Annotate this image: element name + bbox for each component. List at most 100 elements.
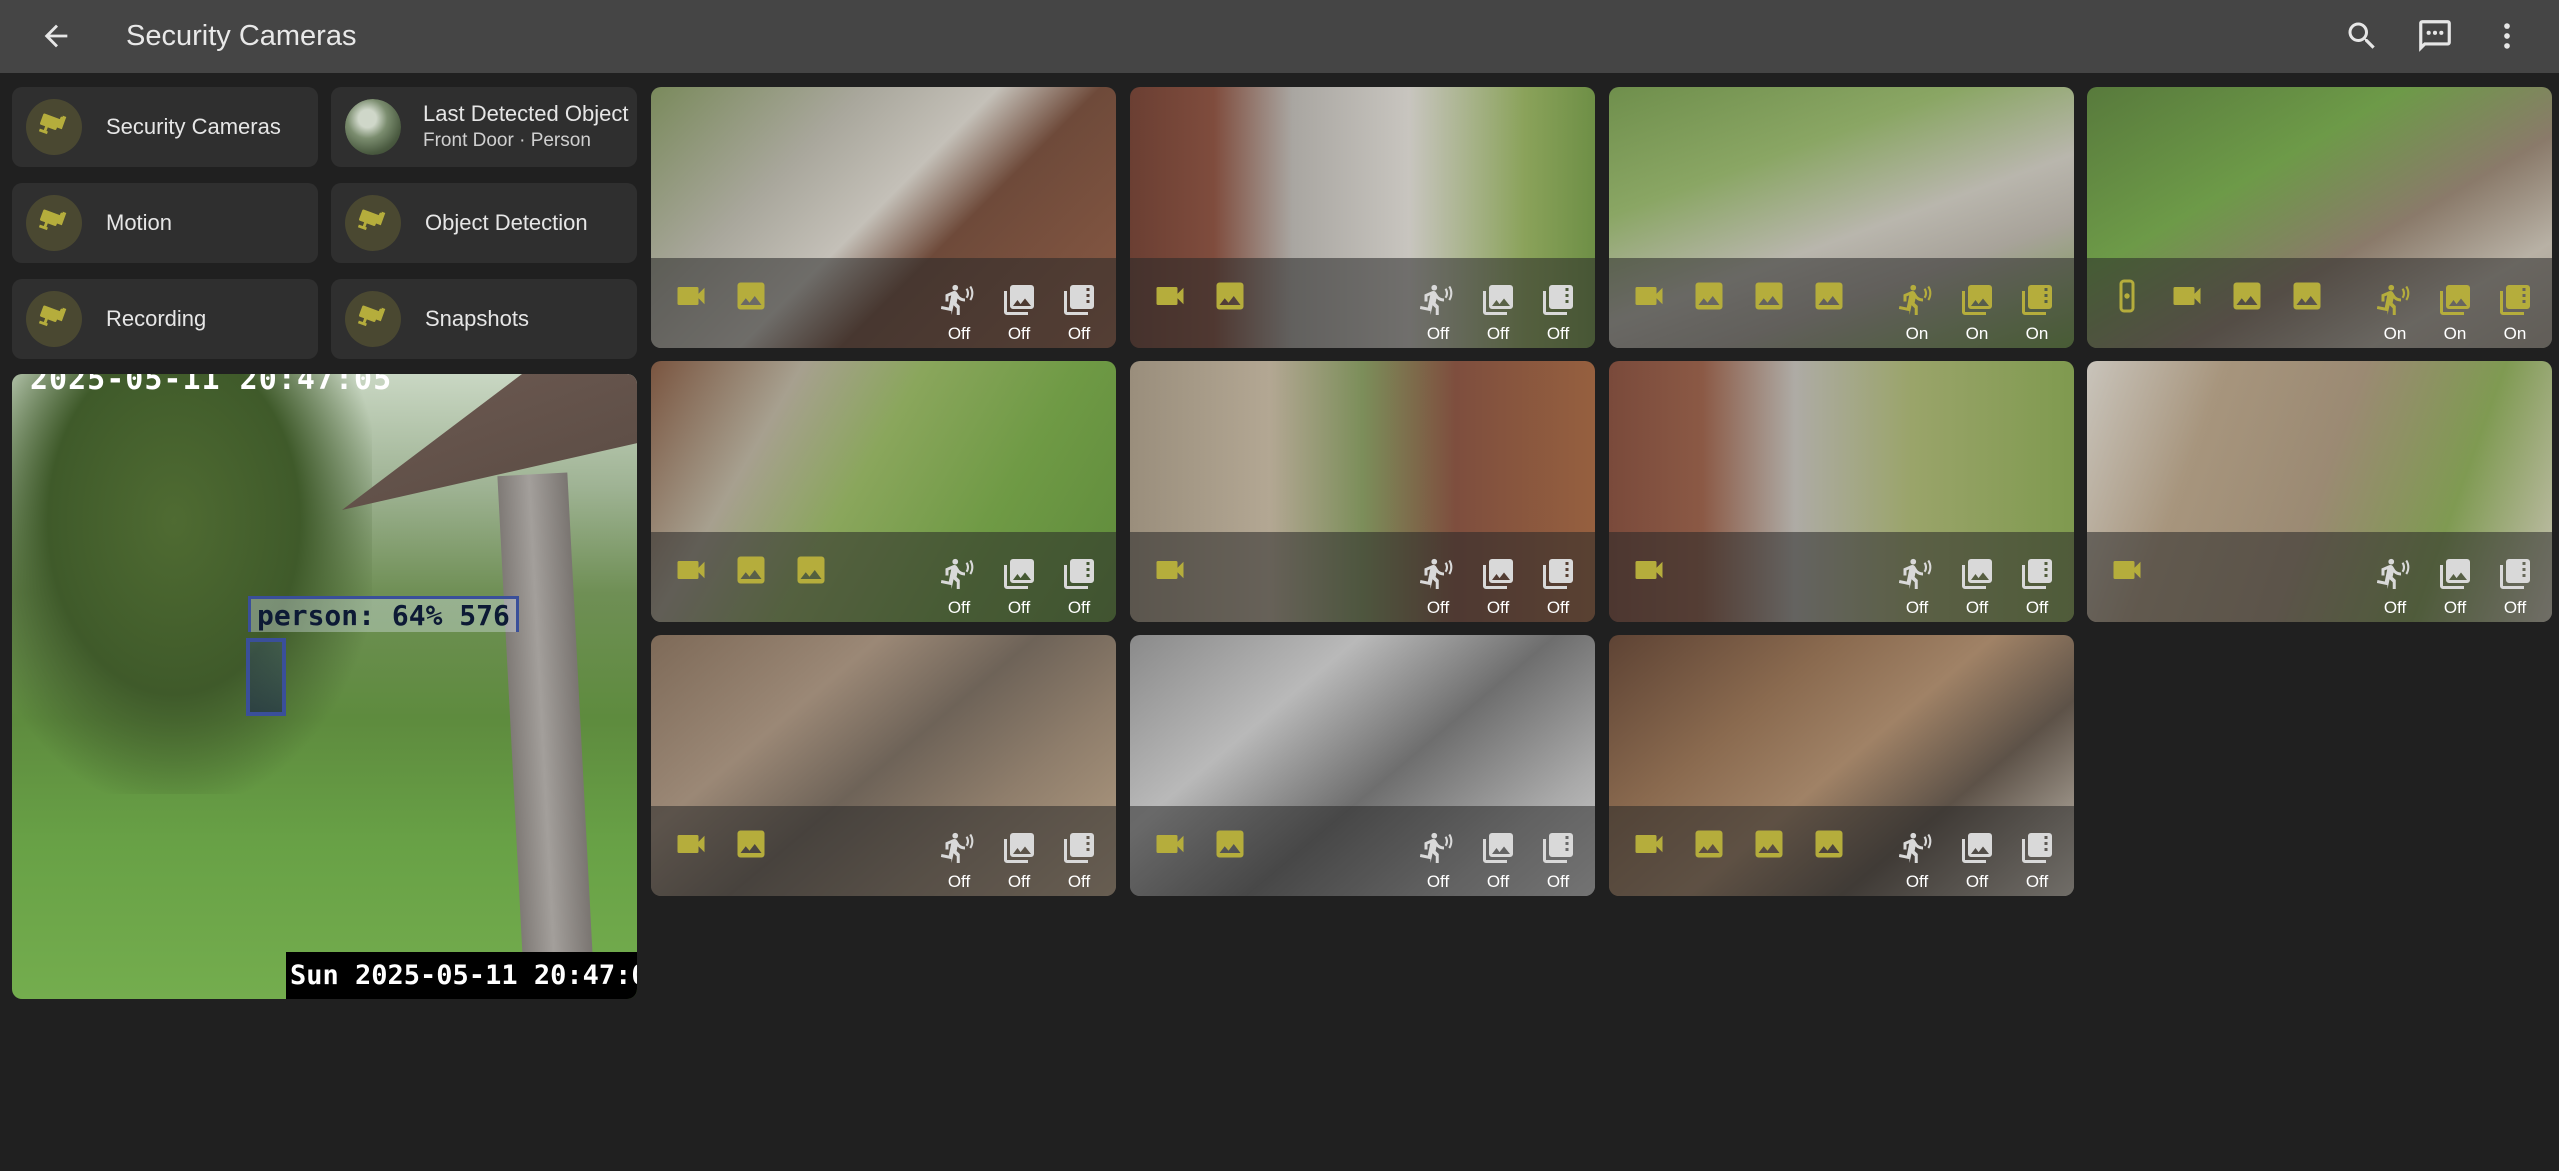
motion-icon — [1897, 280, 1937, 320]
recordings-state[interactable]: Off — [1056, 828, 1102, 892]
video-icon[interactable] — [1629, 276, 1669, 316]
snapshot-gallery-state[interactable]: Off — [1954, 554, 2000, 618]
chip-recording[interactable]: Recording — [12, 279, 318, 359]
state-label: Off — [1546, 324, 1570, 343]
motion-state[interactable]: On — [1894, 280, 1940, 344]
recordings-state[interactable]: On — [2492, 280, 2538, 344]
motion-state[interactable]: On — [2372, 280, 2418, 344]
motion-icon — [939, 554, 979, 594]
motion-state[interactable]: Off — [1415, 554, 1461, 618]
motion-state[interactable]: Off — [1415, 280, 1461, 344]
search-icon — [2348, 22, 2375, 49]
camera-tile[interactable]: Off Off Off — [1609, 361, 2074, 622]
assist-button[interactable] — [2411, 12, 2459, 60]
video-icon[interactable] — [1150, 824, 1190, 864]
image-icon[interactable] — [1749, 276, 1789, 316]
motion-state[interactable]: Off — [936, 280, 982, 344]
chip-snapshots[interactable]: Snapshots — [331, 279, 637, 359]
snapshot-gallery-state[interactable]: Off — [1475, 554, 1521, 618]
video-icon[interactable] — [1150, 276, 1190, 316]
camera-tile[interactable]: Off Off Off — [1130, 635, 1595, 896]
video-icon[interactable] — [2107, 550, 2147, 590]
snapshot-gallery-state[interactable]: Off — [996, 828, 1042, 892]
image-icon[interactable] — [2287, 276, 2327, 316]
recordings-icon — [1538, 828, 1578, 868]
video-top-overlay: 2025-05-11 20:47:05 — [30, 374, 393, 397]
chip-object-detection[interactable]: Object Detection — [331, 183, 637, 263]
recordings-state[interactable]: Off — [2014, 554, 2060, 618]
camera-tile[interactable]: On On On — [1609, 87, 2074, 348]
snapshot-gallery-icon — [1957, 280, 1997, 320]
detection-box — [246, 638, 286, 716]
chip-security-cameras[interactable]: Security Cameras — [12, 87, 318, 167]
motion-icon — [1418, 828, 1458, 868]
recordings-state[interactable]: Off — [1535, 280, 1581, 344]
recordings-state[interactable]: Off — [2014, 828, 2060, 892]
live-camera-view[interactable]: 2025-05-11 20:47:05 person: 64% 576 Sun … — [12, 374, 637, 999]
recordings-state[interactable]: On — [2014, 280, 2060, 344]
video-icon[interactable] — [2167, 276, 2207, 316]
video-icon[interactable] — [1629, 824, 1669, 864]
snapshot-gallery-state[interactable]: Off — [996, 554, 1042, 618]
state-label: Off — [1426, 872, 1450, 891]
video-icon[interactable] — [671, 276, 711, 316]
search-button[interactable] — [2338, 12, 2386, 60]
more-vertical-icon — [2504, 23, 2510, 49]
image-icon[interactable] — [791, 550, 831, 590]
camera-tile[interactable]: Off Off Off — [651, 635, 1116, 896]
snapshot-gallery-state[interactable]: Off — [1954, 828, 2000, 892]
motion-state[interactable]: Off — [1415, 828, 1461, 892]
video-icon[interactable] — [671, 550, 711, 590]
camera-tile[interactable]: Off Off Off — [1130, 87, 1595, 348]
recordings-state[interactable]: Off — [2492, 554, 2538, 618]
motion-state[interactable]: Off — [936, 828, 982, 892]
chip-motion[interactable]: Motion — [12, 183, 318, 263]
image-icon[interactable] — [731, 276, 771, 316]
snapshot-gallery-state[interactable]: Off — [1475, 280, 1521, 344]
state-label: Off — [2025, 598, 2049, 617]
motion-state[interactable]: Off — [2372, 554, 2418, 618]
recordings-state[interactable]: Off — [1056, 280, 1102, 344]
camera-tile[interactable]: Off Off Off — [1609, 635, 2074, 896]
recordings-icon — [1059, 828, 1099, 868]
video-icon[interactable] — [671, 824, 711, 864]
snapshot-gallery-state[interactable]: Off — [996, 280, 1042, 344]
image-icon[interactable] — [1809, 824, 1849, 864]
snapshot-gallery-state[interactable]: Off — [2432, 554, 2478, 618]
doorbell-icon[interactable] — [2107, 276, 2147, 316]
video-icon[interactable] — [1629, 550, 1669, 590]
motion-state[interactable]: Off — [936, 554, 982, 618]
camera-tile[interactable]: Off Off Off — [1130, 361, 1595, 622]
recordings-icon — [2495, 280, 2535, 320]
image-icon[interactable] — [731, 550, 771, 590]
image-icon[interactable] — [1749, 824, 1789, 864]
motion-state[interactable]: Off — [1894, 828, 1940, 892]
recordings-state[interactable]: Off — [1535, 554, 1581, 618]
camera-tile[interactable]: On On On — [2087, 87, 2552, 348]
snapshot-gallery-state[interactable]: On — [2432, 280, 2478, 344]
image-icon[interactable] — [2227, 276, 2267, 316]
image-icon[interactable] — [1689, 824, 1729, 864]
recordings-icon — [1538, 280, 1578, 320]
camera-tile[interactable]: Off Off Off — [2087, 361, 2552, 622]
recordings-state[interactable]: Off — [1535, 828, 1581, 892]
snapshot-gallery-icon — [1478, 554, 1518, 594]
image-icon[interactable] — [731, 824, 771, 864]
snapshot-gallery-state[interactable]: Off — [1475, 828, 1521, 892]
overflow-menu-button[interactable] — [2483, 12, 2531, 60]
image-icon[interactable] — [1809, 276, 1849, 316]
snapshot-gallery-icon — [999, 280, 1039, 320]
camera-tile[interactable]: Off Off Off — [651, 87, 1116, 348]
back-button[interactable] — [34, 14, 78, 58]
image-icon[interactable] — [1210, 824, 1250, 864]
camera-tile[interactable]: Off Off Off — [651, 361, 1116, 622]
snapshot-gallery-state[interactable]: On — [1954, 280, 2000, 344]
video-icon[interactable] — [1150, 550, 1190, 590]
state-label: Off — [1426, 598, 1450, 617]
chip-last-detected-object[interactable]: Last Detected Object Front Door · Person — [331, 87, 637, 167]
motion-state[interactable]: Off — [1894, 554, 1940, 618]
image-icon[interactable] — [1210, 276, 1250, 316]
state-label: Off — [1486, 598, 1510, 617]
image-icon[interactable] — [1689, 276, 1729, 316]
recordings-state[interactable]: Off — [1056, 554, 1102, 618]
